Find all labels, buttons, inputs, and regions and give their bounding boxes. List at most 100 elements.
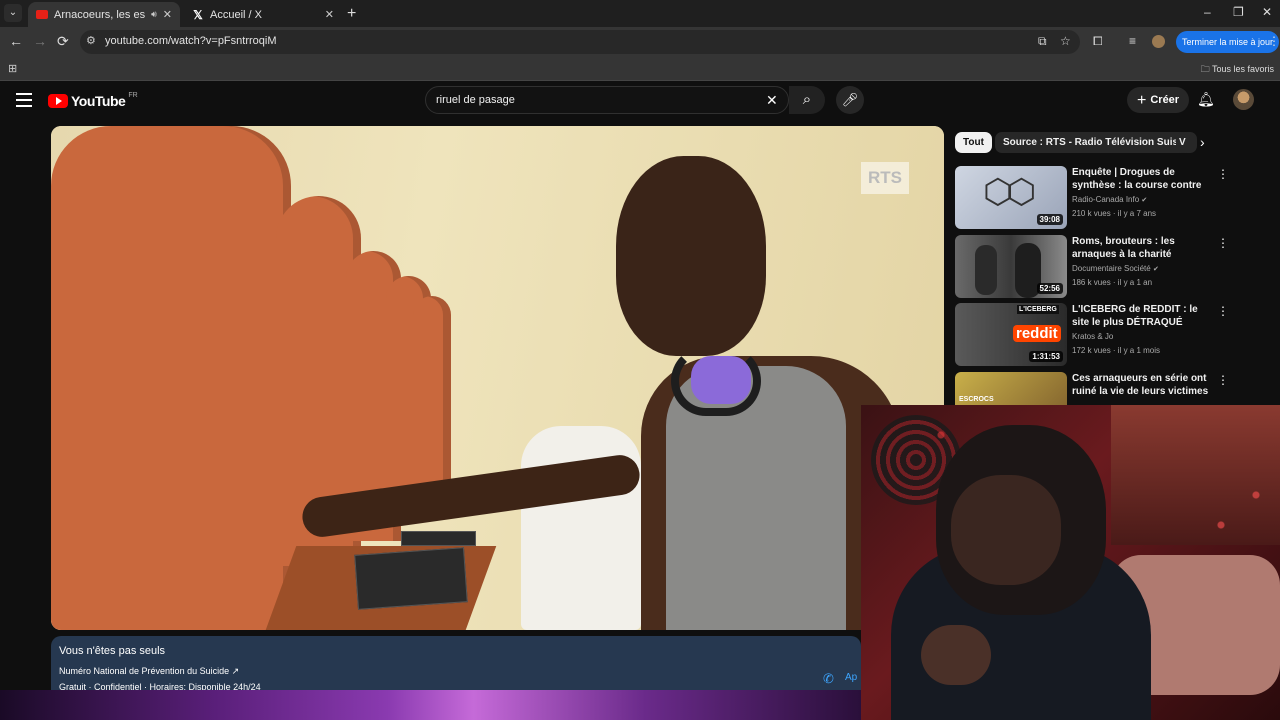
clear-search-icon[interactable]: ✕ <box>766 92 778 109</box>
thumb-badge: L'ICEBERG <box>1017 305 1059 314</box>
profile-avatar[interactable] <box>1152 35 1165 48</box>
rts-watermark: RTS <box>861 162 909 194</box>
call-button-label[interactable]: Ap <box>845 672 857 683</box>
fairy-lights <box>861 405 1280 720</box>
search-button[interactable]: ⌕ <box>789 86 825 114</box>
bookmark-star-icon[interactable]: ☆ <box>1060 34 1071 48</box>
search-input[interactable]: riruel de pasage ✕ <box>425 86 789 114</box>
youtube-wordmark: YouTube <box>71 93 126 109</box>
reddit-logo: reddit <box>1013 325 1061 342</box>
search-query[interactable]: riruel de pasage <box>436 94 515 106</box>
video-thumbnail[interactable]: L'ICEBERG reddit 1:31:53 <box>955 303 1067 366</box>
youtube-logo[interactable]: YouTube FR <box>48 91 138 109</box>
url-text[interactable]: youtube.com/watch?v=pFsntrroqiM <box>105 35 277 47</box>
chip-source-rts[interactable]: Source : RTS - Radio Télévision Suisse <box>995 132 1198 153</box>
install-app-icon[interactable]: ⧉ <box>1038 34 1047 49</box>
voice-search-button[interactable]: 🎤︎ <box>836 86 864 114</box>
video-title[interactable]: L'ICEBERG de REDDIT : le site le plus DÉ… <box>1072 303 1210 329</box>
plus-icon: + <box>1137 92 1147 109</box>
new-tab-button[interactable]: + <box>347 5 356 23</box>
stream-overlay-strip <box>0 690 861 720</box>
tab-close-icon[interactable]: ✕ <box>325 8 334 21</box>
info-panel-link[interactable]: Numéro National de Prévention du Suicide… <box>59 666 239 677</box>
back-icon[interactable]: ← <box>9 33 23 49</box>
video-duration: 39:08 <box>1036 214 1063 225</box>
more-options-icon[interactable]: ⋮ <box>1217 167 1229 181</box>
address-bar[interactable]: ⚙ youtube.com/watch?v=pFsntrroqiM <box>80 30 1080 54</box>
forward-icon[interactable]: → <box>33 33 47 49</box>
video-thumbnail[interactable]: ⬡⬡ 39:08 <box>955 166 1067 229</box>
video-duration: 52:56 <box>1036 283 1063 294</box>
tab-close-icon[interactable]: ✕ <box>163 8 172 21</box>
browser-tab-bar: ⌄ Arnacoeurs, les escrocs de l 🔊︎ ✕ 𝕏 Ac… <box>0 0 1280 27</box>
recommendation-item[interactable]: L'ICEBERG reddit 1:31:53 L'ICEBERG de RE… <box>955 303 1229 367</box>
search-icon: ⌕ <box>802 91 812 108</box>
youtube-header: YouTube FR riruel de pasage ✕ ⌕ 🎤︎ + Crée… <box>0 81 1280 121</box>
browser-menu-icon[interactable]: ⋮ <box>1268 34 1280 48</box>
channel-name-text: Documentaire Société <box>1072 264 1151 273</box>
more-options-icon[interactable]: ⋮ <box>1217 236 1229 250</box>
create-button[interactable]: + Créer <box>1127 87 1190 113</box>
video-person-head <box>616 156 766 356</box>
tab-title: Accueil / X <box>210 8 262 21</box>
bookmarks-bar: ⊞ 🗀︎ Tous les favoris <box>0 57 1280 81</box>
youtube-play-icon <box>48 94 68 108</box>
apps-grid-icon[interactable]: ⊞ <box>8 62 17 75</box>
country-code: FR <box>128 91 138 99</box>
info-panel-title: Vous n'êtes pas seuls <box>59 645 166 657</box>
webcam-overlay <box>861 405 1280 720</box>
crisis-info-panel: Vous n'êtes pas seuls Numéro National de… <box>51 636 861 692</box>
verified-icon: ✔ <box>1141 197 1148 204</box>
youtube-favicon-icon <box>36 10 48 19</box>
extensions-icon[interactable]: ⧠ <box>1093 34 1103 49</box>
video-booth <box>51 126 291 630</box>
update-button[interactable]: Terminer la mise à jour <box>1176 31 1280 53</box>
all-bookmarks-folder[interactable]: 🗀︎ Tous les favoris <box>1201 62 1274 78</box>
account-avatar[interactable] <box>1233 89 1254 110</box>
video-thumbnail[interactable]: 52:56 <box>955 235 1067 298</box>
mic-icon: 🎤︎ <box>841 92 859 107</box>
browser-toolbar: ← → ⟳ ⚙ youtube.com/watch?v=pFsntrroqiM … <box>0 27 1280 57</box>
more-options-icon[interactable]: ⋮ <box>1217 373 1229 387</box>
reading-list-icon[interactable]: ≡ <box>1129 34 1136 48</box>
thumb-person <box>975 245 997 295</box>
menu-icon[interactable] <box>16 93 32 107</box>
tab-x[interactable]: 𝕏 Accueil / X ✕ <box>184 2 342 27</box>
x-favicon-icon: 𝕏 <box>193 7 203 22</box>
video-title[interactable]: Ces arnaqueurs en série ont ruiné la vie… <box>1072 372 1210 398</box>
video-meta: 186 k vues · il y a 1 an <box>1072 278 1153 287</box>
channel-name[interactable]: Kratos & Jo <box>1072 332 1113 341</box>
video-player[interactable]: RTS <box>51 126 944 630</box>
tab-search-menu-button[interactable]: ⌄ <box>4 4 22 22</box>
verified-icon: ✔ <box>1152 266 1159 273</box>
molecule-icon: ⬡⬡ <box>983 173 1036 211</box>
video-keyboard <box>401 531 476 546</box>
create-label: Créer <box>1150 94 1180 106</box>
video-meta: 172 k vues · il y a 1 mois <box>1072 346 1161 355</box>
speaker-icon[interactable]: 🔊︎ <box>151 9 157 20</box>
reload-icon[interactable]: ⟳ <box>57 33 69 50</box>
video-title[interactable]: Roms, brouteurs : les arnaques à la char… <box>1072 235 1210 261</box>
chips-next-icon[interactable]: › <box>1200 134 1205 150</box>
tab-title: Arnacoeurs, les escrocs de l <box>54 8 146 21</box>
phone-icon[interactable]: ✆ <box>823 671 834 687</box>
channel-name-text: Radio-Canada Info <box>1072 195 1140 204</box>
recommendation-item[interactable]: ⬡⬡ 39:08 Enquête | Drogues de synthèse :… <box>955 166 1229 230</box>
chip-all[interactable]: Tout <box>955 132 992 153</box>
chip-partial[interactable]: V <box>1176 132 1190 153</box>
channel-name[interactable]: Radio-Canada Info ✔ <box>1072 195 1147 204</box>
video-headset-pad <box>691 356 751 404</box>
window-close-icon[interactable]: ✕ <box>1262 5 1272 19</box>
minimize-icon[interactable]: – <box>1204 5 1211 19</box>
video-meta: 210 k vues · il y a 7 ans <box>1072 209 1157 218</box>
video-booth <box>413 296 451 496</box>
channel-name[interactable]: Documentaire Société ✔ <box>1072 264 1159 273</box>
video-title[interactable]: Enquête | Drogues de synthèse : la cours… <box>1072 166 1210 192</box>
site-info-icon[interactable]: ⚙ <box>86 34 96 47</box>
tab-youtube[interactable]: Arnacoeurs, les escrocs de l 🔊︎ ✕ <box>28 2 180 27</box>
more-options-icon[interactable]: ⋮ <box>1217 304 1229 318</box>
maximize-icon[interactable]: ❐ <box>1233 5 1244 19</box>
recommendation-item[interactable]: 52:56 Roms, brouteurs : les arnaques à l… <box>955 235 1229 299</box>
video-keyboard <box>354 547 468 610</box>
notifications-bell-icon[interactable]: 🔔︎ <box>1197 91 1215 108</box>
